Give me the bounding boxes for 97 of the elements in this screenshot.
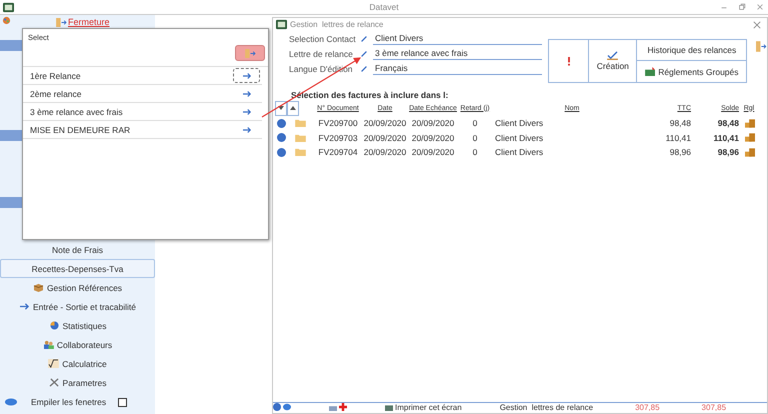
table-cell-text: 98,96 — [668, 147, 691, 158]
option-label: 1ère Relance — [30, 70, 81, 80]
letter-option[interactable]: 3 ème relance avec frais — [23, 103, 262, 121]
close-icon[interactable] — [753, 20, 761, 28]
close-link[interactable]: Fermeture — [56, 17, 110, 27]
people-icon — [42, 340, 54, 349]
table-cell-text: Client Divers — [494, 118, 544, 128]
status-dot — [277, 118, 286, 128]
check-pen-icon — [607, 51, 618, 60]
sidebar-label: Gestion Références — [46, 282, 122, 292]
table-cell-text: 20/09/2020 — [410, 118, 456, 128]
sidebar-label: Note de Frais — [52, 244, 104, 254]
footer-title: Gestion lettres de relance — [500, 403, 594, 412]
table-cell-text: 0 — [472, 118, 478, 128]
sidebar-item[interactable]: Recettes-Depenses-Tva — [0, 259, 155, 278]
total-amount: 307,85 — [702, 403, 726, 412]
text-field[interactable]: Client Divers — [373, 32, 542, 45]
option-label: MISE EN DEMEURE RAR — [30, 124, 130, 134]
stack-windows-checkbox[interactable] — [118, 398, 128, 406]
sidebar-item[interactable]: Parametres — [0, 373, 155, 392]
table-cell-text: FV209700 — [317, 118, 359, 128]
plus-cross-icon[interactable] — [339, 403, 347, 411]
sidebar-label: Recettes-Depenses-Tva — [32, 264, 124, 274]
help-icon[interactable] — [273, 403, 281, 411]
window-logo-icon — [276, 19, 287, 30]
option-label: 2ème relance — [30, 88, 82, 98]
sidebar-item[interactable]: Statistiques — [0, 316, 155, 335]
table-cell-text: 98,48 — [668, 118, 691, 128]
window-title: Gestion lettres de relance — [290, 20, 384, 29]
sidebar-label: Collaborateurs — [56, 340, 112, 350]
table-cell-text: FV209703 — [317, 132, 359, 143]
exit-door-icon — [56, 18, 67, 26]
arrow-icon — [19, 302, 30, 311]
sidebar-label: Entrée - Sortie et tracabilité — [33, 302, 136, 312]
arrow-icon — [242, 72, 252, 80]
letter-option[interactable]: 1ère Relance — [23, 67, 262, 85]
sort-ascending-button[interactable] — [287, 100, 299, 116]
money-icon — [645, 67, 656, 76]
sidebar-item[interactable]: Note de Frais — [0, 240, 155, 259]
chat-bubble-icon — [5, 398, 17, 406]
table-cell-text: Client Divers — [494, 132, 544, 143]
restore-icon[interactable] — [738, 3, 746, 11]
table-cell-text: 98,96 — [716, 147, 739, 158]
box-icon — [32, 283, 44, 292]
exit-door-icon[interactable] — [756, 41, 767, 52]
print-screen-link[interactable]: Imprimer cet écran — [395, 403, 462, 412]
app-title: Datavet — [369, 2, 399, 12]
table-cell-text: Client Divers — [494, 147, 544, 158]
boxes-icon[interactable] — [745, 118, 755, 128]
arrow-icon — [242, 90, 252, 98]
arrow-icon — [242, 126, 252, 134]
table-cell-text: 0 — [472, 132, 478, 143]
boxes-icon[interactable] — [745, 133, 755, 142]
table-cell-text: 0 — [472, 147, 478, 158]
table-cell-text: 98,48 — [716, 118, 739, 128]
letter-option[interactable]: 2ème relance — [23, 85, 262, 103]
sidebar-item[interactable]: Calculatrice — [0, 354, 155, 373]
status-dot — [277, 148, 286, 157]
sidebar-label: Statistiques — [62, 320, 106, 330]
app-logo-icon — [3, 2, 14, 12]
arrow-icon — [242, 108, 252, 116]
total-amount: 307,85 — [635, 403, 660, 412]
sidebar-item[interactable]: Collaborateurs — [0, 335, 155, 354]
table-cell-text: 110,41 — [664, 132, 691, 143]
text-field[interactable]: Français — [373, 62, 542, 75]
palette-icon — [2, 16, 11, 25]
table-cell-text: 20/09/2020 — [410, 147, 456, 158]
tools-icon — [48, 378, 60, 387]
triangle-down-icon — [278, 106, 284, 110]
sidebar-item[interactable]: Gestion Références — [0, 278, 155, 297]
sidebar-item[interactable]: Entrée - Sortie et tracabilité — [0, 297, 155, 316]
pie-chart-icon — [48, 321, 60, 330]
letter-option[interactable]: MISE EN DEMEURE RAR — [23, 121, 262, 139]
table-cell-text: 20/09/2020 — [410, 132, 456, 143]
table-cell-text: 20/09/2020 — [362, 118, 408, 128]
triangle-up-icon — [290, 106, 296, 110]
history-button[interactable]: Historique des relances — [636, 40, 746, 61]
select-arrow-button[interactable] — [233, 68, 260, 83]
exit-door-icon — [244, 48, 256, 58]
status-dot — [277, 133, 286, 142]
field-label: Lettre de relance — [289, 48, 354, 58]
chat-bubble-icon[interactable] — [283, 403, 291, 411]
table-cell-text: 110,41 — [712, 132, 739, 143]
field-label: Selection Contact — [289, 34, 357, 44]
option-label: 3 ème relance avec frais — [30, 106, 123, 116]
sidebar-label: Parametres — [62, 378, 106, 388]
stack-windows-label: Empiler les fenetres — [31, 397, 106, 407]
sort-descending-button[interactable] — [275, 100, 287, 116]
sidebar-label: Calculatrice — [62, 358, 107, 368]
square-root-icon — [48, 359, 60, 368]
table-cell-text: 20/09/2020 — [362, 147, 408, 158]
table-cell-text: FV209704 — [317, 147, 359, 158]
close-icon[interactable] — [756, 3, 764, 11]
text-field[interactable]: 3 ème relance avec frais — [373, 47, 542, 60]
boxes-icon[interactable] — [745, 148, 755, 157]
table-cell-text: 20/09/2020 — [362, 132, 408, 143]
exclamation-icon — [566, 56, 571, 66]
